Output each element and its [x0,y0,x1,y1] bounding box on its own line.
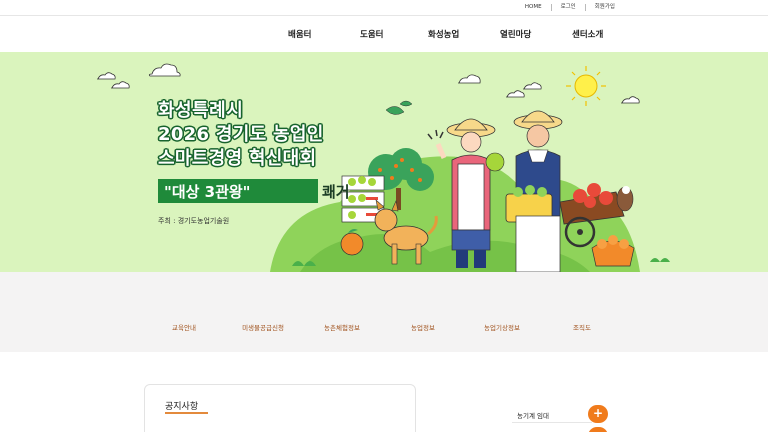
home-link[interactable]: HOME [516,3,551,12]
sparkle-icon [427,129,444,140]
signup-link[interactable]: 회원가입 [586,3,624,12]
main-nav: 배움터 도움터 화성농업 열린마당 센터소개 [0,16,768,52]
utility-bar: HOME 로그인 회원가입 [0,0,768,16]
notice-title[interactable]: 공지사항 [165,399,198,412]
quick-microbe-request[interactable]: 미생물공급신청 [242,322,284,332]
quick-org-chart[interactable]: 조직도 [573,322,591,332]
side-item-label: 농기계 임대 [517,412,549,420]
nav-open-forum[interactable]: 열린마당 [500,28,531,40]
hero-title-line3: 스마트경영 혁신대회 [158,148,317,169]
notice-board: 공지사항 [144,384,416,432]
utility-links: HOME 로그인 회원가입 [516,3,624,12]
notice-title-underline [165,412,208,414]
quick-agri-info[interactable]: 농업정보 [411,322,435,332]
hero-title-line2: 2026 경기도 농업인 [158,124,324,145]
quick-menu: 교육안내 미생물공급신청 농촌체험정보 농업정보 농업기상정보 조직도 [0,272,768,352]
side-item-machine-rental[interactable]: 농기계 임대 + [512,405,608,423]
bird-icon [616,186,634,212]
quick-education[interactable]: 교육안내 [172,322,196,332]
leaf-icon [385,100,413,115]
divider [512,422,592,423]
plus-icon-partial[interactable] [588,427,608,432]
login-link[interactable]: 로그인 [552,3,585,12]
quick-agri-weather[interactable]: 농업기상정보 [484,322,520,332]
sun-icon [566,66,606,106]
nav-hwaseong-agri[interactable]: 화성농업 [428,28,459,40]
hero-banner[interactable]: 화성특례시 2026 경기도 농업인 스마트경영 혁신대회 "대상 3관왕" 쾌… [0,52,768,272]
host-text: 주최 : 경기도농업기술원 [158,217,230,225]
hero-illustration [97,63,670,272]
quick-rural-experience[interactable]: 농촌체험정보 [324,322,360,332]
plus-icon[interactable]: + [588,405,608,423]
nav-learning[interactable]: 배움터 [288,28,311,40]
hero-title-line1: 화성특례시 [158,100,244,121]
award-suffix: 쾌거 [322,183,350,201]
award-text: "대상 3관왕" [164,183,251,201]
nav-center-info[interactable]: 센터소개 [572,28,603,40]
nav-support[interactable]: 도움터 [360,28,383,40]
